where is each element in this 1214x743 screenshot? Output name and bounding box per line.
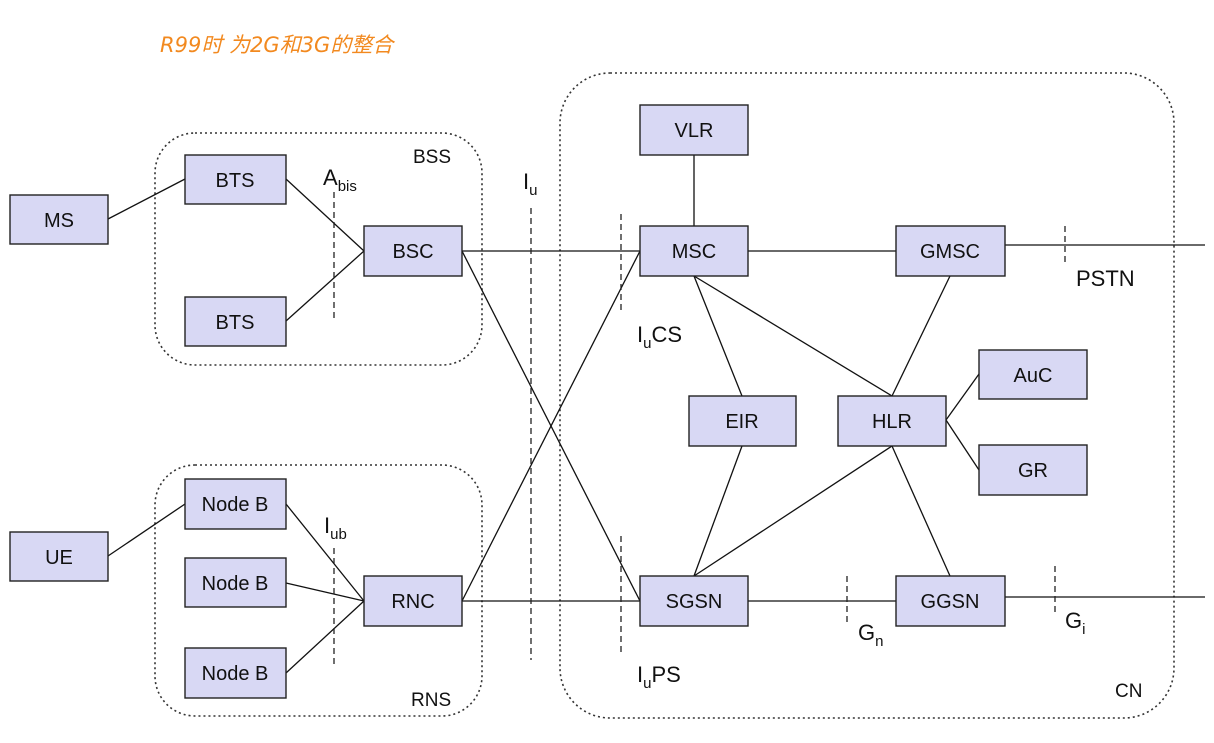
link-ms-bts bbox=[107, 178, 186, 220]
node-nodeb-1: Node B bbox=[184, 478, 287, 530]
link-hlr-auc bbox=[945, 373, 980, 421]
node-ue: UE bbox=[9, 531, 109, 582]
node-ms: MS bbox=[9, 194, 109, 245]
svg-text:HLR: HLR bbox=[872, 411, 912, 433]
iu-label: Iu bbox=[523, 169, 537, 199]
link-bts2-bsc bbox=[285, 250, 365, 322]
node-rnc: RNC bbox=[363, 575, 463, 627]
bss-label: BSS bbox=[413, 147, 451, 168]
link-eir-sgsn bbox=[693, 445, 743, 577]
link-hlr-gr bbox=[945, 419, 980, 471]
gn-label: Gn bbox=[858, 620, 883, 650]
link-nodeb3-rnc bbox=[285, 600, 365, 674]
svg-text:GR: GR bbox=[1018, 460, 1048, 482]
node-msc: MSC bbox=[639, 225, 749, 277]
svg-text:Node B: Node B bbox=[202, 573, 269, 595]
gi-label: Gi bbox=[1065, 608, 1085, 638]
node-auc: AuC bbox=[978, 349, 1088, 400]
link-msc-hlr bbox=[693, 275, 893, 397]
svg-text:BTS: BTS bbox=[216, 170, 255, 192]
link-ue-nodeb bbox=[107, 503, 186, 557]
svg-text:GMSC: GMSC bbox=[920, 241, 980, 263]
svg-text:UE: UE bbox=[45, 547, 73, 569]
node-ggsn: GGSN bbox=[895, 575, 1006, 627]
svg-text:GGSN: GGSN bbox=[921, 591, 980, 613]
handwritten-annotation: R99时 为2G和3G的整合 bbox=[160, 33, 395, 57]
link-msc-eir bbox=[693, 275, 743, 397]
node-sgsn: SGSN bbox=[639, 575, 749, 627]
node-eir: EIR bbox=[688, 395, 797, 447]
svg-text:VLR: VLR bbox=[675, 120, 714, 142]
cn-label: CN bbox=[1115, 681, 1142, 702]
node-bsc: BSC bbox=[363, 225, 463, 277]
svg-text:Node B: Node B bbox=[202, 663, 269, 685]
node-hlr: HLR bbox=[837, 395, 947, 447]
link-hlr-sgsn bbox=[693, 445, 893, 577]
svg-text:BTS: BTS bbox=[216, 312, 255, 334]
svg-text:MS: MS bbox=[44, 210, 74, 232]
iups-label: IuPS bbox=[637, 662, 681, 692]
iub-label: Iub bbox=[324, 513, 347, 543]
iucs-label: IuCS bbox=[637, 322, 682, 352]
rns-label: RNS bbox=[411, 690, 451, 711]
svg-text:MSC: MSC bbox=[672, 241, 716, 263]
svg-text:Node B: Node B bbox=[202, 494, 269, 516]
node-vlr: VLR bbox=[639, 104, 749, 156]
node-gr: GR bbox=[978, 444, 1088, 496]
pstn-label: PSTN bbox=[1076, 266, 1135, 291]
link-hlr-ggsn bbox=[891, 445, 951, 577]
svg-text:SGSN: SGSN bbox=[666, 591, 723, 613]
svg-text:EIR: EIR bbox=[725, 411, 758, 433]
network-architecture-diagram: R99时 为2G和3G的整合 BSS RNS CN Abis Iu Iub Iu… bbox=[9, 33, 1205, 719]
node-gmsc: GMSC bbox=[895, 225, 1006, 277]
abis-label: Abis bbox=[323, 165, 357, 195]
svg-text:BSC: BSC bbox=[392, 241, 433, 263]
svg-text:RNC: RNC bbox=[391, 591, 434, 613]
node-bts-2: BTS bbox=[184, 296, 287, 347]
node-bts-1: BTS bbox=[184, 154, 287, 205]
node-nodeb-2: Node B bbox=[184, 557, 287, 608]
link-gmsc-hlr bbox=[891, 275, 951, 397]
svg-text:AuC: AuC bbox=[1014, 365, 1053, 387]
node-nodeb-3: Node B bbox=[184, 647, 287, 699]
